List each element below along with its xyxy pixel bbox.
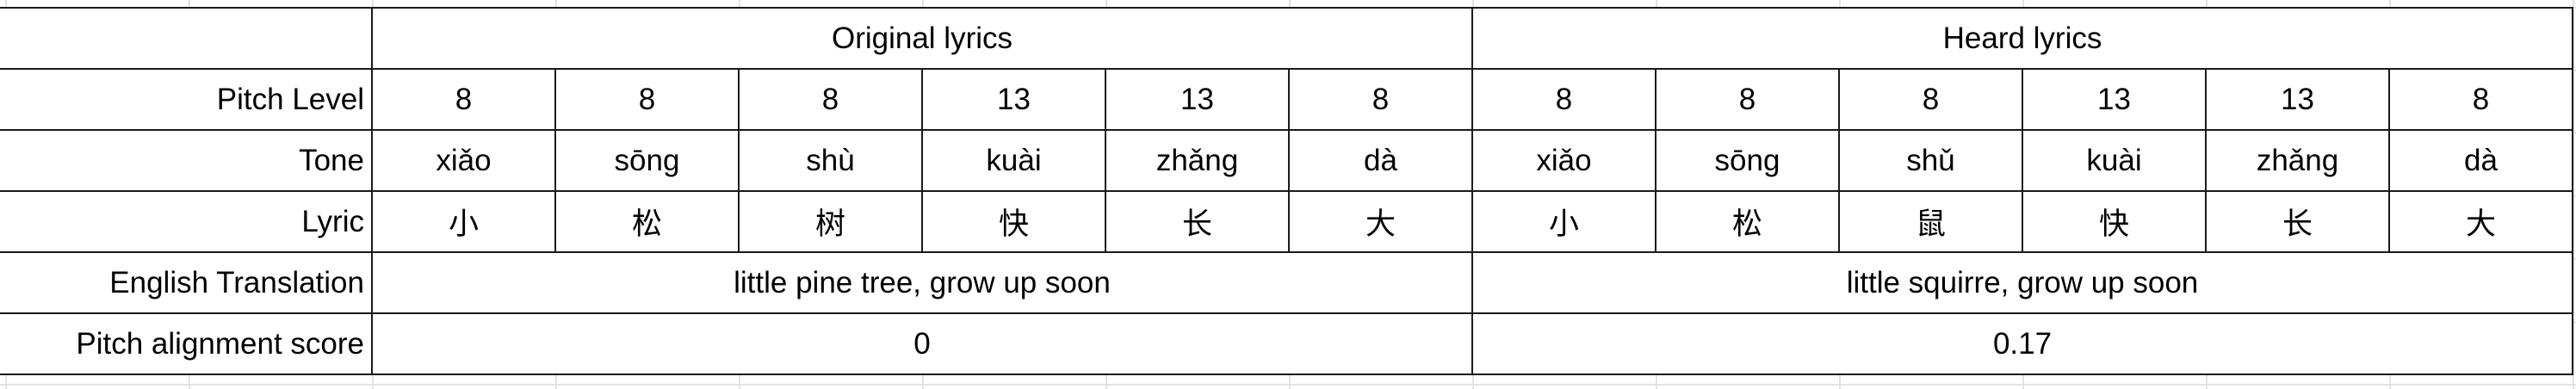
- original-tone-cell[interactable]: sōng: [554, 129, 740, 192]
- lyric-row: Lyric 小 松 树 快 长 大 小 松 鼠 快 长 大: [0, 190, 2573, 253]
- original-pitch-cell[interactable]: 13: [1105, 68, 1290, 131]
- heard-lyric-cell[interactable]: 鼠: [1838, 190, 2023, 253]
- corner-cell[interactable]: [0, 7, 373, 70]
- row-label-lyric[interactable]: Lyric: [0, 190, 373, 253]
- original-pitch-cell[interactable]: 8: [554, 68, 740, 131]
- spreadsheet-area: Original lyrics Heard lyrics Pitch Level…: [0, 0, 2576, 389]
- original-score-cell[interactable]: 0: [371, 312, 1473, 375]
- original-translation-cell[interactable]: little pine tree, grow up soon: [371, 251, 1473, 314]
- row-label-pitch-level[interactable]: Pitch Level: [0, 68, 373, 131]
- original-tone-cell[interactable]: zhǎng: [1105, 129, 1290, 192]
- heard-pitch-cell[interactable]: 8: [1471, 68, 1656, 131]
- original-lyric-cell[interactable]: 长: [1105, 190, 1290, 253]
- heard-tone-cell[interactable]: sōng: [1655, 129, 1840, 192]
- original-tone-cell[interactable]: shù: [738, 129, 923, 192]
- original-lyric-cell[interactable]: 松: [554, 190, 740, 253]
- translation-row: English Translation little pine tree, gr…: [0, 251, 2573, 314]
- heard-pitch-cell[interactable]: 13: [2022, 68, 2207, 131]
- score-row: Pitch alignment score 0 0.17: [0, 312, 2573, 375]
- original-lyrics-header[interactable]: Original lyrics: [371, 7, 1473, 70]
- original-lyric-cell[interactable]: 快: [921, 190, 1106, 253]
- original-pitch-cell[interactable]: 8: [1288, 68, 1473, 131]
- heard-translation-cell[interactable]: little squirre, grow up soon: [1471, 251, 2573, 314]
- heard-lyric-cell[interactable]: 快: [2022, 190, 2207, 253]
- heard-lyric-cell[interactable]: 松: [1655, 190, 1840, 253]
- header-row: Original lyrics Heard lyrics: [0, 7, 2573, 70]
- original-pitch-cell[interactable]: 8: [738, 68, 923, 131]
- original-lyric-cell[interactable]: 大: [1288, 190, 1473, 253]
- original-tone-cell[interactable]: dà: [1288, 129, 1473, 192]
- heard-tone-cell[interactable]: kuài: [2022, 129, 2207, 192]
- row-label-english-translation[interactable]: English Translation: [0, 251, 373, 314]
- heard-lyric-cell[interactable]: 长: [2205, 190, 2390, 253]
- heard-tone-cell[interactable]: zhǎng: [2205, 129, 2390, 192]
- row-label-pitch-alignment-score[interactable]: Pitch alignment score: [0, 312, 373, 375]
- heard-tone-cell[interactable]: dà: [2388, 129, 2573, 192]
- lyrics-comparison-table: Original lyrics Heard lyrics Pitch Level…: [0, 7, 2573, 375]
- original-tone-cell[interactable]: xiǎo: [371, 129, 556, 192]
- heard-tone-cell[interactable]: xiǎo: [1471, 129, 1656, 192]
- original-tone-cell[interactable]: kuài: [921, 129, 1106, 192]
- heard-tone-cell[interactable]: shǔ: [1838, 129, 2023, 192]
- heard-pitch-cell[interactable]: 8: [1838, 68, 2023, 131]
- heard-lyric-cell[interactable]: 大: [2388, 190, 2573, 253]
- heard-score-cell[interactable]: 0.17: [1471, 312, 2573, 375]
- heard-pitch-cell[interactable]: 13: [2205, 68, 2390, 131]
- tone-row: Tone xiǎo sōng shù kuài zhǎng dà xiǎo sō…: [0, 129, 2573, 192]
- original-lyric-cell[interactable]: 树: [738, 190, 923, 253]
- heard-lyrics-header[interactable]: Heard lyrics: [1471, 7, 2573, 70]
- original-lyric-cell[interactable]: 小: [371, 190, 556, 253]
- heard-lyric-cell[interactable]: 小: [1471, 190, 1656, 253]
- original-pitch-cell[interactable]: 8: [371, 68, 556, 131]
- heard-pitch-cell[interactable]: 8: [1655, 68, 1840, 131]
- original-pitch-cell[interactable]: 13: [921, 68, 1106, 131]
- heard-pitch-cell[interactable]: 8: [2388, 68, 2573, 131]
- pitch-level-row: Pitch Level 8 8 8 13 13 8 8 8 8 13 13 8: [0, 68, 2573, 131]
- row-label-tone[interactable]: Tone: [0, 129, 373, 192]
